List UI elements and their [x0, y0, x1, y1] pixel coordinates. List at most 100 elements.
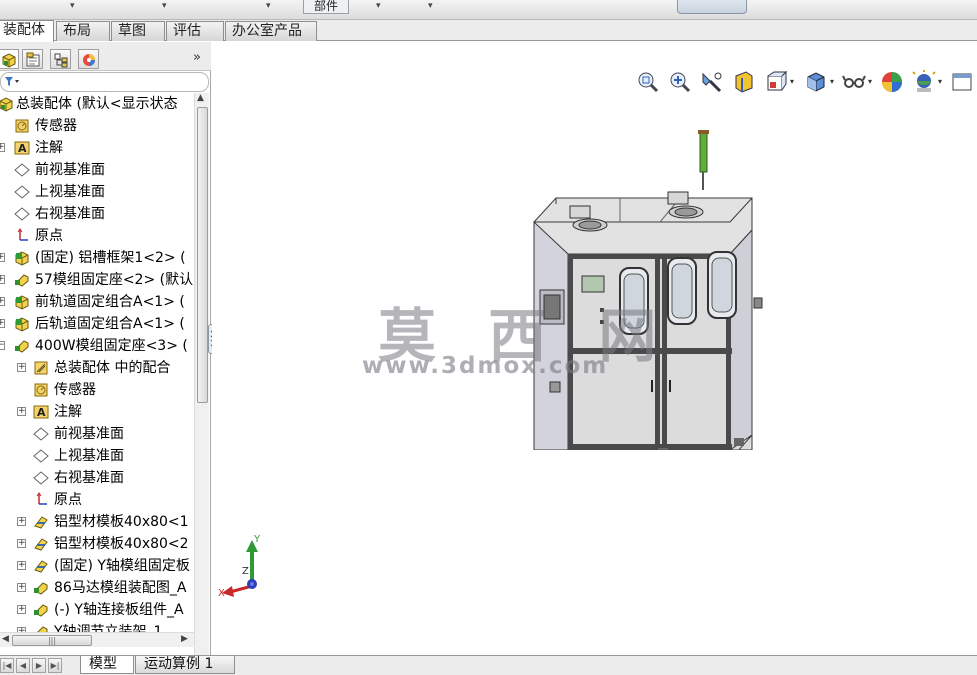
expand-icon[interactable]: + [17, 363, 26, 372]
tree-item[interactable]: + (固定) 铝槽框架1<2> ( [0, 247, 196, 269]
dropdown-arrow-icon[interactable]: ▾ [376, 1, 381, 11]
dropdown-arrow-icon[interactable]: ▾ [868, 77, 872, 86]
tree-item[interactable]: 前视基准面 [0, 159, 196, 181]
tree-item[interactable]: + 前轨道固定组合A<1> ( [0, 291, 196, 313]
expand-icon[interactable]: + [17, 583, 26, 592]
tree-item-label: 前轨道固定组合A<1> ( [35, 294, 185, 310]
tree-item[interactable]: 右视基准面 [0, 203, 196, 225]
tree-item[interactable]: + (-) Y轴连接板组件_A [0, 599, 196, 621]
dropdown-arrow-icon[interactable]: ▾ [790, 77, 794, 86]
filter-icon [5, 77, 19, 86]
tree-item[interactable]: 总装配体 (默认<显示状态 [0, 93, 196, 115]
tree-item[interactable]: + 后轨道固定组合A<1> ( [0, 313, 196, 335]
scroll-right-icon[interactable]: ▶ [181, 634, 188, 644]
toolbar-button[interactable] [677, 0, 747, 14]
tab-assembly[interactable]: 装配体 [0, 20, 54, 42]
tree-item-label: (固定) 铝槽框架1<2> ( [35, 250, 186, 266]
tree-item[interactable]: 传感器 [0, 115, 196, 137]
next-tab-icon[interactable]: ▶ [32, 658, 46, 673]
expand-icon[interactable]: + [17, 517, 26, 526]
expand-icon[interactable]: + [17, 561, 26, 570]
expand-icon[interactable]: + [17, 407, 26, 416]
zoom-to-fit-icon[interactable] [636, 70, 660, 94]
apply-scene-icon[interactable] [912, 70, 936, 94]
expand-icon[interactable]: + [17, 605, 26, 614]
tab-office-products[interactable]: 办公室产品 [225, 21, 317, 41]
edit-appearance-icon[interactable] [880, 70, 904, 94]
display-style-icon[interactable] [804, 70, 828, 94]
profile-part-icon [33, 536, 49, 552]
tree-item-label: 传感器 [54, 382, 96, 398]
tree-item-label: 铝型材模板40x80<2 [54, 536, 189, 552]
tree-item-label: 铝型材模板40x80<1 [54, 514, 189, 530]
scroll-left-icon[interactable]: ◀ [2, 634, 9, 644]
scroll-thumb[interactable]: ||| [12, 635, 92, 646]
previous-view-icon[interactable] [700, 70, 724, 94]
plane-icon [33, 426, 49, 442]
expand-icon[interactable]: + [0, 275, 5, 284]
dropdown-arrow-icon[interactable]: ▾ [428, 1, 433, 11]
tree-item[interactable]: + A 注解 [0, 401, 196, 423]
expand-icon[interactable]: + [0, 319, 5, 328]
hide-show-icon[interactable] [842, 70, 866, 94]
view-orientation-icon[interactable] [764, 70, 788, 94]
previous-tab-icon[interactable]: ◀ [16, 658, 30, 673]
tree-vertical-scrollbar[interactable]: ▲ ▼ [194, 93, 209, 674]
tab-configuration-manager[interactable] [50, 49, 71, 69]
tree-item[interactable]: 上视基准面 [0, 181, 196, 203]
tree-item[interactable]: +86马达模组装配图_A [0, 577, 196, 599]
expand-icon[interactable]: + [17, 539, 26, 548]
zoom-to-area-icon[interactable] [668, 70, 692, 94]
feature-tree: 总装配体 (默认<显示状态 传感器 + A 注解 前视基准面 上视基准面 右视基准面 原点 + (固… [0, 93, 196, 673]
expand-icon[interactable]: + [0, 143, 5, 152]
tree-item[interactable]: 传感器 [0, 379, 196, 401]
tree-item-label: 86马达模组装配图_A [54, 580, 187, 596]
dropdown-arrow-icon[interactable]: ▾ [830, 77, 834, 86]
tree-item-label: 总装配体 中的配合 [54, 360, 171, 376]
dropdown-arrow-icon[interactable]: ▾ [938, 77, 942, 86]
tree-filter-input[interactable] [0, 72, 209, 92]
tab-layout[interactable]: 布局 [56, 21, 110, 41]
tree-item[interactable]: + 铝型材模板40x80<1 [0, 511, 196, 533]
tree-item[interactable]: + 铝型材模板40x80<2 [0, 533, 196, 555]
tab-display-manager[interactable] [78, 49, 99, 69]
tree-item[interactable]: 原点 [0, 489, 196, 511]
first-tab-icon[interactable]: |◀ [0, 658, 14, 673]
watermark-url: www.3dmox.com [362, 353, 609, 379]
tree-item[interactable]: 右视基准面 [0, 467, 196, 489]
scroll-up-icon[interactable]: ▲ [197, 93, 204, 103]
view-settings-icon[interactable] [950, 70, 974, 94]
section-view-icon[interactable] [732, 70, 756, 94]
tree-item[interactable]: + 总装配体 中的配合 [0, 357, 196, 379]
tree-item[interactable]: + (固定) Y轴模组固定板 [0, 555, 196, 577]
annotation-icon: A [33, 404, 49, 420]
last-tab-icon[interactable]: ▶| [48, 658, 62, 673]
tree-item-label: 上视基准面 [35, 184, 105, 200]
parts-button[interactable]: 部件 [303, 0, 349, 14]
tab-sketch[interactable]: 草图 [111, 21, 165, 41]
tree-item[interactable]: − 400W模组固定座<3> ( [0, 335, 196, 357]
tree-item-label: (固定) Y轴模组固定板 [54, 558, 190, 574]
expand-icon[interactable]: + [0, 297, 5, 306]
dropdown-arrow-icon[interactable]: ▾ [266, 1, 271, 11]
graphics-area[interactable]: ▾ ▾ ▾ ▾ 莫 西 网 www.3dmox.com Y X Z [212, 42, 977, 655]
dropdown-arrow-icon[interactable]: ▾ [162, 1, 167, 11]
tree-horizontal-scrollbar[interactable]: ◀ ||| ▶ [0, 632, 194, 647]
tree-item-label: 注解 [35, 140, 63, 156]
tree-item[interactable]: + A 注解 [0, 137, 196, 159]
tree-item[interactable]: +57模组固定座<2> (默认 [0, 269, 196, 291]
expand-icon[interactable]: + [0, 253, 5, 262]
tree-item[interactable]: 上视基准面 [0, 445, 196, 467]
tab-model[interactable]: 模型 [80, 656, 134, 674]
tab-feature-manager[interactable] [0, 49, 19, 69]
tab-property-manager[interactable] [22, 49, 43, 69]
tree-item[interactable]: 原点 [0, 225, 196, 247]
scroll-thumb[interactable] [197, 107, 208, 403]
part-icon [33, 580, 49, 596]
tab-evaluate[interactable]: 评估 [166, 21, 224, 41]
panel-more-button[interactable]: » [193, 50, 201, 65]
collapse-icon[interactable]: − [0, 341, 5, 350]
tree-item[interactable]: 前视基准面 [0, 423, 196, 445]
tab-motion-study[interactable]: 运动算例 1 [135, 656, 235, 674]
dropdown-arrow-icon[interactable]: ▾ [70, 1, 75, 11]
